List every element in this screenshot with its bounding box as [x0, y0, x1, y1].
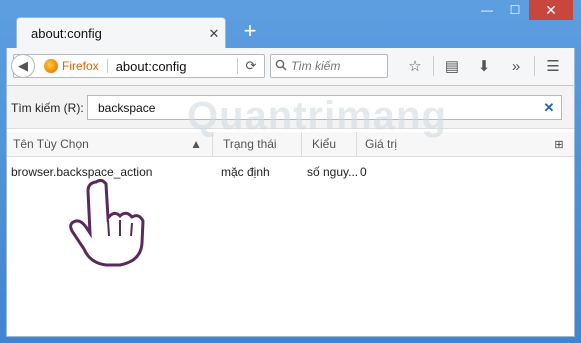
separator [433, 56, 434, 76]
new-tab-button[interactable]: + [238, 18, 262, 44]
clear-icon[interactable]: ✕ [537, 100, 561, 116]
tab-close-icon[interactable]: ✕ [203, 26, 225, 42]
overflow-icon[interactable]: » [500, 58, 532, 75]
column-picker-icon[interactable]: ⊞ [544, 138, 574, 151]
maximize-button[interactable]: ☐ [501, 0, 529, 20]
navigation-toolbar: Firefox about:config ⟳ ◀ ☆ ▤ ⬇ » ☰ [6, 48, 575, 85]
search-input[interactable] [291, 59, 381, 73]
firefox-icon [44, 59, 58, 73]
search-icon [271, 59, 291, 74]
url-bar[interactable]: Firefox about:config ⟳ [13, 54, 265, 78]
sort-arrow-icon: ▲ [190, 137, 202, 151]
download-icon[interactable]: ⬇ [468, 57, 500, 75]
browser-window: — ☐ ✕ about:config ✕ + Firefox about:con… [0, 0, 581, 343]
watermark: Quantrimang [187, 94, 447, 138]
back-icon[interactable]: ◀ [11, 54, 35, 78]
bookmark-star-icon[interactable]: ☆ [399, 57, 431, 75]
minimize-button[interactable]: — [473, 0, 501, 20]
hand-cursor-icon [69, 178, 145, 267]
search-bar[interactable] [270, 54, 388, 78]
reading-list-icon[interactable]: ▤ [436, 57, 468, 75]
tab-about-config[interactable]: about:config ✕ [16, 17, 226, 49]
pref-type: số nguy... [307, 165, 359, 179]
column-name[interactable]: Tên Tùy Chọn ▲ [7, 132, 213, 156]
tab-title: about:config [31, 26, 102, 41]
window-controls: — ☐ ✕ [473, 0, 573, 20]
url-text[interactable]: about:config [116, 59, 237, 74]
identity-label[interactable]: Firefox [62, 59, 108, 73]
menu-icon[interactable]: ☰ [537, 57, 569, 75]
separator [534, 56, 535, 76]
pref-status: mặc định [221, 165, 270, 179]
pref-value: 0 [360, 165, 367, 179]
toolbar-icons: ☆ ▤ ⬇ » ☰ [399, 54, 569, 78]
column-name-label: Tên Tùy Chọn [13, 137, 89, 151]
reload-icon[interactable]: ⟳ [237, 58, 264, 74]
close-window-button[interactable]: ✕ [529, 0, 573, 20]
filter-label: Tìm kiếm (R): [11, 101, 84, 115]
